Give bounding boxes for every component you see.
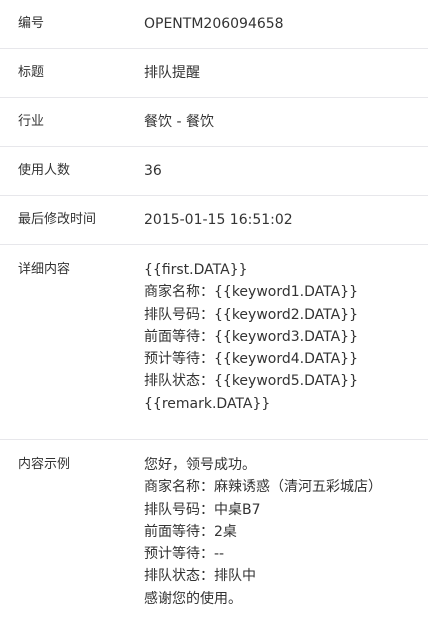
detail-line: 前面等待：{{keyword3.DATA}} bbox=[144, 328, 358, 345]
example-line: 您好，领号成功。 bbox=[144, 457, 256, 473]
example-line: 感谢您的使用。 bbox=[144, 590, 242, 607]
value-industry: 餐饮 - 餐饮 bbox=[144, 114, 214, 130]
label-content-example: 内容示例 bbox=[18, 457, 71, 472]
label-industry: 行业 bbox=[18, 114, 45, 129]
detail-line: 预计等待：{{keyword4.DATA}} bbox=[144, 351, 358, 368]
example-line: 前面等待：2桌 bbox=[144, 523, 237, 540]
value-title: 排队提醒 bbox=[144, 65, 200, 81]
detail-line: 排队状态：{{keyword5.DATA}} bbox=[144, 373, 358, 390]
example-line: 排队状态：排队中 bbox=[144, 568, 256, 585]
row-detail-content: 详细内容 {{first.DATA}} 商家名称：{{keyword1.DATA… bbox=[0, 245, 428, 440]
row-title: 标题 排队提醒 bbox=[0, 49, 428, 98]
detail-line: 商家名称：{{keyword1.DATA}} bbox=[144, 284, 358, 301]
label-detail-content: 详细内容 bbox=[18, 262, 71, 277]
example-line: 商家名称：麻辣诱惑（清河五彩城店） bbox=[144, 479, 382, 496]
example-line: 排队号码：中桌B7 bbox=[144, 501, 261, 518]
value-detail-content: {{first.DATA}} 商家名称：{{keyword1.DATA}} 排队… bbox=[144, 259, 428, 415]
label-last-modified: 最后修改时间 bbox=[18, 212, 97, 227]
template-info-table: 编号 OPENTM206094658 标题 排队提醒 行业 餐饮 - 餐饮 使用… bbox=[0, 0, 428, 624]
row-content-example: 内容示例 您好，领号成功。 商家名称：麻辣诱惑（清河五彩城店） 排队号码：中桌B… bbox=[0, 440, 428, 624]
row-user-count: 使用人数 36 bbox=[0, 147, 428, 196]
row-industry: 行业 餐饮 - 餐饮 bbox=[0, 98, 428, 147]
detail-line: {{remark.DATA}} bbox=[144, 395, 271, 412]
value-user-count: 36 bbox=[144, 163, 162, 179]
detail-line: {{first.DATA}} bbox=[144, 262, 248, 278]
value-last-modified: 2015-01-15 16:51:02 bbox=[144, 212, 293, 228]
label-title: 标题 bbox=[18, 65, 45, 80]
value-content-example: 您好，领号成功。 商家名称：麻辣诱惑（清河五彩城店） 排队号码：中桌B7 前面等… bbox=[144, 454, 428, 610]
row-last-modified: 最后修改时间 2015-01-15 16:51:02 bbox=[0, 196, 428, 245]
row-template-id: 编号 OPENTM206094658 bbox=[0, 0, 428, 49]
label-user-count: 使用人数 bbox=[18, 163, 71, 178]
label-template-id: 编号 bbox=[18, 16, 45, 31]
example-line: 预计等待：-- bbox=[144, 546, 225, 563]
value-template-id: OPENTM206094658 bbox=[144, 16, 284, 32]
detail-line: 排队号码：{{keyword2.DATA}} bbox=[144, 306, 358, 323]
